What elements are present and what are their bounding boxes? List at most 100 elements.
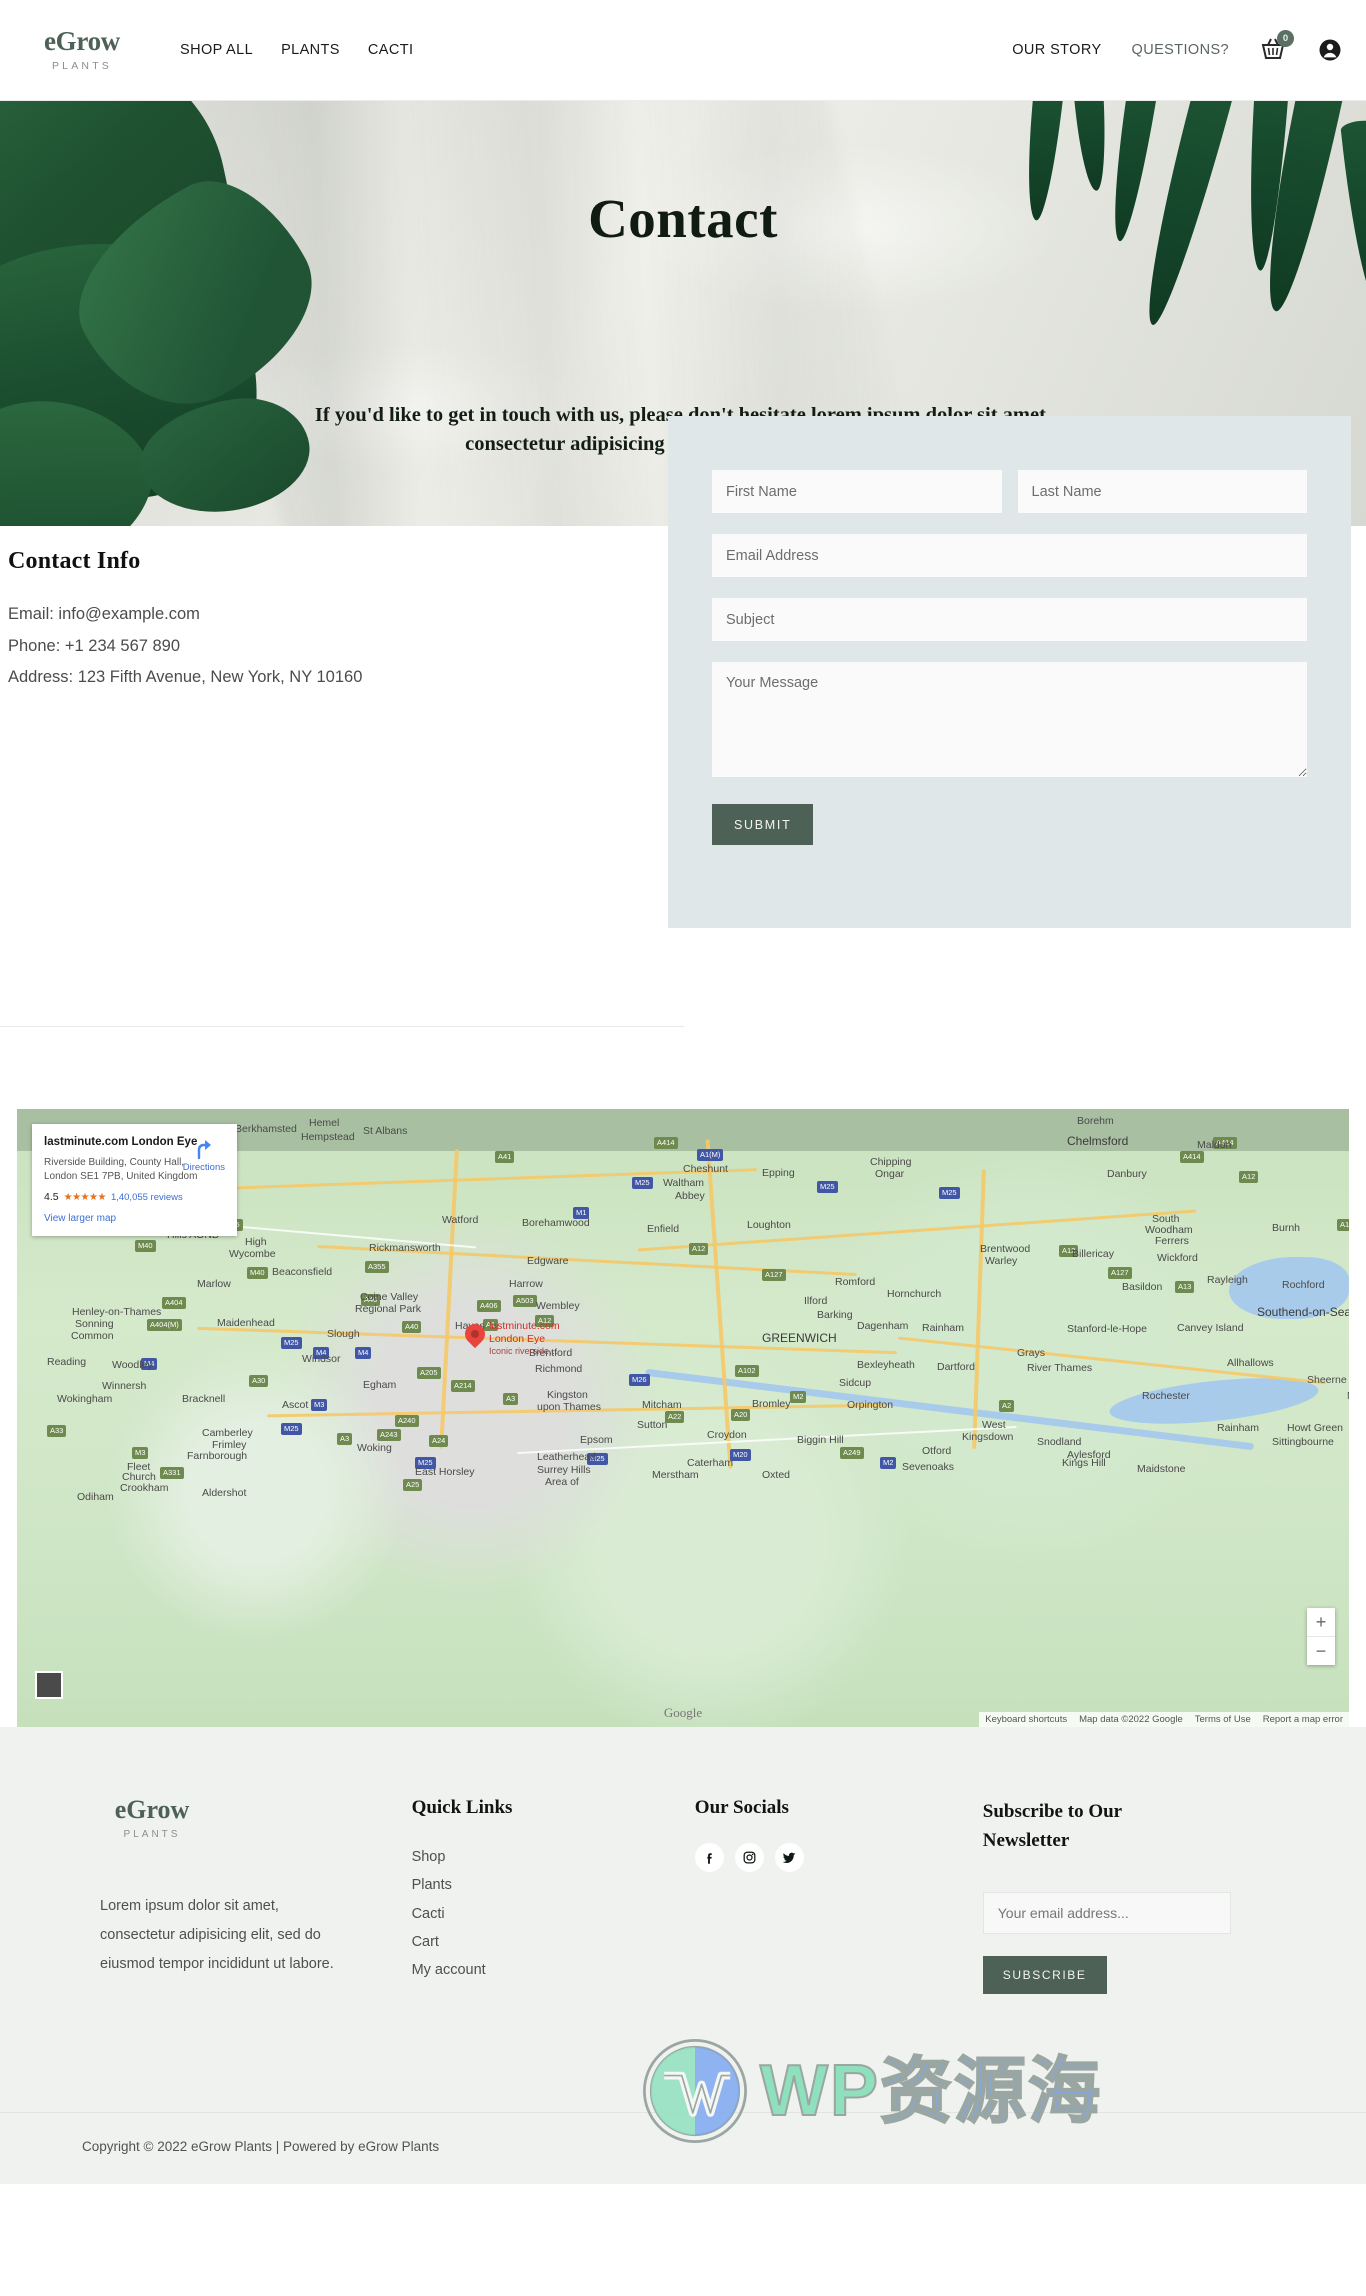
map-place-label: Barking	[817, 1309, 853, 1321]
map-place-label: Common	[71, 1330, 114, 1342]
directions-button[interactable]: Directions	[183, 1136, 225, 1173]
view-larger-map-link[interactable]: View larger map	[44, 1213, 225, 1224]
footer-link-cart[interactable]: Cart	[412, 1928, 695, 1956]
map-section: A41 A414 A1(M) M25 M1 M25 M25 A414 A414 …	[0, 1091, 1366, 1727]
last-name-input[interactable]	[1018, 470, 1308, 513]
newsletter-email-input[interactable]	[983, 1892, 1231, 1934]
map-road-shield: A127	[762, 1269, 786, 1281]
map-card-reviews-link[interactable]: 1,40,055 reviews	[111, 1192, 183, 1203]
map-road-shield: A30	[249, 1375, 268, 1387]
directions-arrow-icon	[192, 1136, 216, 1160]
map-road-shield: A130	[1337, 1219, 1349, 1231]
map-place-label: Stanford-le-Hope	[1067, 1323, 1147, 1335]
account-button[interactable]	[1319, 39, 1341, 61]
map-place-label: St Albans	[363, 1125, 407, 1137]
section-divider	[0, 1026, 684, 1027]
keyboard-shortcuts-link[interactable]: Keyboard shortcuts	[985, 1714, 1067, 1725]
google-map[interactable]: A41 A414 A1(M) M25 M1 M25 M25 A414 A414 …	[17, 1109, 1349, 1727]
footer-link-cacti[interactable]: Cacti	[412, 1900, 695, 1928]
map-place-label: Winnersh	[102, 1380, 146, 1392]
map-place-label: Ilford	[804, 1295, 827, 1307]
map-place-label: Waltham	[663, 1177, 704, 1189]
map-road-shield: A33	[47, 1425, 66, 1437]
map-place-label: Southend-on-Sea	[1257, 1305, 1349, 1319]
submit-button[interactable]: SUBMIT	[712, 804, 813, 845]
map-place-label: Hornchurch	[887, 1288, 941, 1300]
map-place-label: Epping	[762, 1167, 795, 1179]
report-map-error-link[interactable]: Report a map error	[1263, 1714, 1343, 1725]
socials-heading: Our Socials	[695, 1797, 983, 1819]
map-place-label: Brentwood	[980, 1243, 1030, 1255]
map-streetview-thumbnail[interactable]	[35, 1671, 63, 1699]
map-road-shield: M25	[281, 1337, 302, 1349]
nav-item-our-story[interactable]: OUR STORY	[1012, 42, 1101, 58]
map-zoom-in-button[interactable]: +	[1307, 1608, 1335, 1636]
map-card-address-line1: Riverside Building, County Hall,	[44, 1157, 184, 1168]
map-place-label: Ferrers	[1155, 1235, 1189, 1247]
map-place-label: Wycombe	[229, 1248, 276, 1260]
subject-input[interactable]	[712, 598, 1307, 641]
footer-link-plants[interactable]: Plants	[412, 1871, 695, 1899]
instagram-icon	[742, 1850, 757, 1865]
map-road-shield: A3	[503, 1393, 518, 1405]
map-place-label: Sutton	[637, 1419, 667, 1431]
map-place-label: Rayleigh	[1207, 1274, 1248, 1286]
map-place-label: Beaconsfield	[272, 1266, 332, 1278]
map-road-shield: M25	[281, 1423, 302, 1435]
directions-label: Directions	[183, 1162, 225, 1173]
map-road-shield: M25	[817, 1181, 838, 1193]
map-place-label: Area of	[545, 1476, 579, 1488]
map-place-label: Ascot	[282, 1399, 308, 1411]
map-place-label: Farnborough	[187, 1450, 247, 1462]
footer-link-my-account[interactable]: My account	[412, 1956, 695, 1984]
map-road-shield: A24	[429, 1435, 448, 1447]
map-road-shield: A13	[1175, 1281, 1194, 1293]
map-info-card[interactable]: lastminute.com London Eye Riverside Buil…	[32, 1124, 237, 1236]
terms-of-use-link[interactable]: Terms of Use	[1195, 1714, 1251, 1725]
map-place-label: Richmond	[535, 1363, 582, 1375]
map-place-label: Hemel	[309, 1117, 339, 1129]
cart-button[interactable]: 0	[1259, 36, 1289, 64]
message-textarea[interactable]	[712, 662, 1307, 777]
nav-item-shop-all[interactable]: SHOP ALL	[180, 42, 253, 58]
subscribe-button[interactable]: SUBSCRIBE	[983, 1956, 1107, 1994]
map-road-shield: A41	[495, 1151, 514, 1163]
site-logo[interactable]: eGrow PLANTS	[22, 28, 142, 72]
map-place-label: Coine Valley	[360, 1291, 418, 1303]
facebook-link[interactable]	[695, 1843, 724, 1872]
map-place-label: Henley-on-Thames	[72, 1306, 161, 1318]
map-place-label: Sonning	[75, 1318, 114, 1330]
map-place-label: Bracknell	[182, 1393, 225, 1405]
nav-item-plants[interactable]: PLANTS	[281, 42, 340, 58]
map-place-label: Leatherhead	[537, 1451, 596, 1463]
email-input[interactable]	[712, 534, 1307, 577]
footer-link-shop[interactable]: Shop	[412, 1843, 695, 1871]
nav-item-questions[interactable]: QUESTIONS?	[1132, 42, 1229, 58]
map-road-shield: A20	[731, 1409, 750, 1421]
first-name-input[interactable]	[712, 470, 1002, 513]
twitter-link[interactable]	[775, 1843, 804, 1872]
map-road-shield: A404(M)	[147, 1319, 182, 1331]
map-road-shield: A503	[513, 1295, 537, 1307]
map-road-shield: A1(M)	[697, 1149, 723, 1161]
map-road-shield: M40	[135, 1240, 156, 1252]
map-road-shield: M3	[311, 1399, 327, 1411]
map-place-label: River Thames	[1027, 1362, 1092, 1374]
map-place-label: Howt Green	[1287, 1422, 1343, 1434]
map-place-label: Harrow	[509, 1278, 543, 1290]
map-place-label: Woodley	[112, 1359, 153, 1371]
map-place-label: Epsom	[580, 1434, 613, 1446]
map-place-label: Sidcup	[839, 1377, 871, 1389]
logo-subtitle: PLANTS	[52, 60, 112, 72]
map-place-label: Regional Park	[355, 1303, 421, 1315]
twitter-icon	[781, 1850, 797, 1866]
map-place-label: Cheshunt	[683, 1163, 728, 1175]
map-zoom-out-button[interactable]: −	[1307, 1637, 1335, 1665]
instagram-link[interactable]	[735, 1843, 764, 1872]
nav-item-cacti[interactable]: CACTI	[368, 42, 414, 58]
quick-links-list: Shop Plants Cacti Cart My account	[412, 1843, 695, 1984]
footer-newsletter-column: Subscribe to Our Newsletter SUBSCRIBE	[983, 1797, 1266, 1994]
map-place-label: Slough	[327, 1328, 360, 1340]
google-logo: Google	[664, 1705, 702, 1721]
map-card-address-line2: London SE1 7PB, United Kingdom	[44, 1171, 197, 1182]
